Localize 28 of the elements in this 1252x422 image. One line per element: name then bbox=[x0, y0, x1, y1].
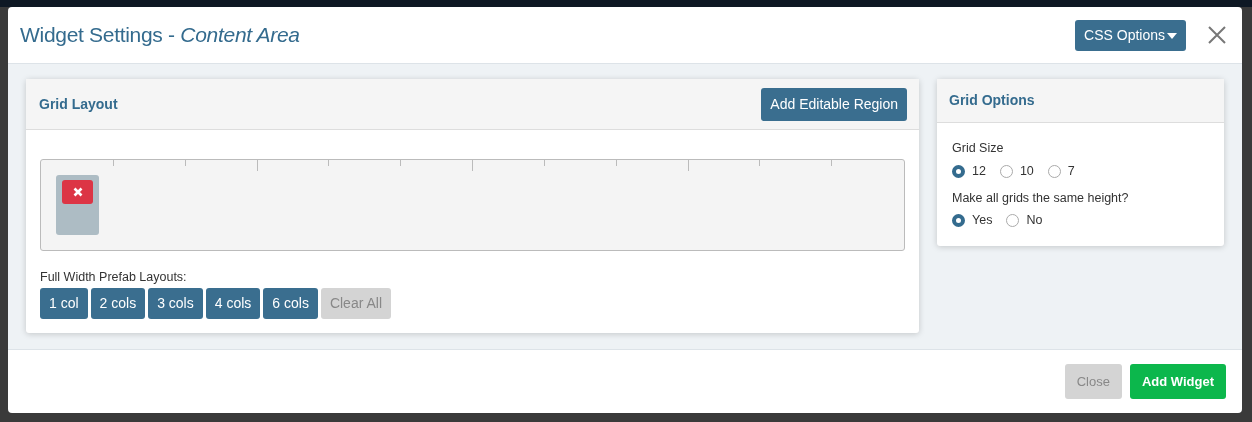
caret-icon bbox=[1167, 32, 1177, 39]
radio-label: 7 bbox=[1067, 162, 1075, 180]
css-options-dropdown[interactable]: CSS Options bbox=[1075, 19, 1186, 51]
panel-title: Grid Options bbox=[949, 91, 1035, 111]
radio-button[interactable] bbox=[1047, 164, 1061, 178]
field-label: Make all grids the same height? bbox=[952, 189, 1130, 207]
radio-label: 12 bbox=[972, 162, 986, 180]
close-icon bbox=[72, 187, 83, 198]
delete-button[interactable] bbox=[62, 180, 93, 205]
add-region-button[interactable]: Add Editable Region bbox=[761, 88, 907, 122]
radio-button[interactable] bbox=[1006, 214, 1020, 228]
prefab-button[interactable]: 2 cols bbox=[90, 287, 146, 319]
editable-region[interactable] bbox=[56, 175, 99, 236]
radio-label: 10 bbox=[1019, 162, 1034, 180]
prefab-button[interactable]: 1 col bbox=[40, 287, 88, 319]
prefab-button[interactable]: 6 cols bbox=[263, 287, 318, 319]
dialog-title: Widget Settings - Content Area bbox=[20, 22, 300, 48]
prefab-button[interactable]: 4 cols bbox=[205, 287, 261, 319]
radio-button[interactable] bbox=[999, 164, 1013, 178]
radio-label: Yes bbox=[972, 212, 993, 230]
field-label: Grid Size bbox=[952, 140, 1005, 158]
radio-button[interactable] bbox=[952, 164, 965, 178]
close-icon bbox=[1208, 26, 1226, 45]
radio-label: No bbox=[1026, 212, 1043, 230]
prefab-label: Full Width Prefab Layouts: bbox=[40, 269, 188, 287]
panel-title: Grid Layout bbox=[39, 95, 118, 115]
prefab-button[interactable]: 3 cols bbox=[148, 287, 203, 319]
radio-button[interactable] bbox=[952, 214, 965, 228]
